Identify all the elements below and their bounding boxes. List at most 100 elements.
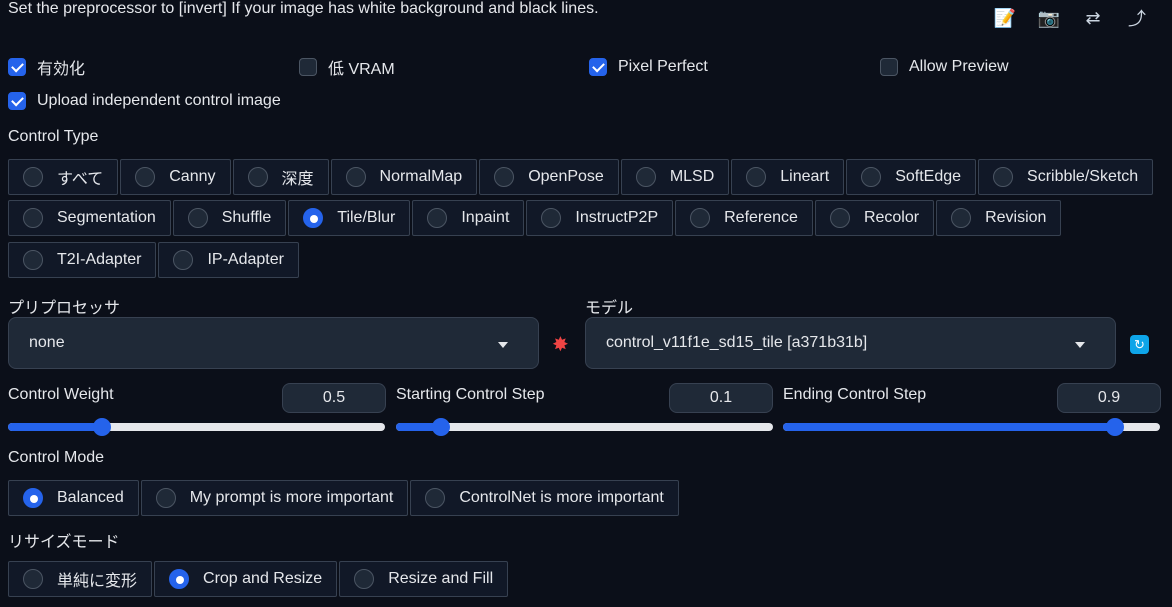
control-type-option[interactable]: Shuffle — [172, 200, 287, 236]
control-type-row-1: すべて Canny 深度 NormalMap OpenPose MLSD Lin… — [8, 159, 1155, 195]
control-type-option[interactable]: Segmentation — [8, 200, 171, 236]
slider-thumb[interactable] — [432, 418, 451, 436]
radio-circle[interactable] — [861, 167, 882, 187]
enable-checkbox[interactable]: 有効化 — [8, 56, 85, 78]
camera-icon[interactable]: 📷 — [1036, 6, 1062, 30]
control-type-option[interactable]: Scribble/Sketch — [978, 159, 1154, 195]
hint-text: Set the preprocessor to [invert] If your… — [8, 0, 599, 17]
preprocessor-value: none — [29, 334, 65, 351]
low-vram-checkbox[interactable]: 低 VRAM — [299, 56, 395, 78]
option-label: Revision — [985, 209, 1047, 226]
chevron-down-icon — [498, 342, 508, 348]
upload-independent-checkbox[interactable]: Upload independent control image — [8, 90, 281, 112]
control-type-row-3: T2I-Adapter IP-Adapter — [8, 242, 301, 278]
radio-circle[interactable] — [23, 208, 43, 228]
control-type-label: Control Type — [8, 128, 99, 145]
control-type-option[interactable]: MLSD — [620, 159, 730, 195]
allow-preview-checkbox[interactable]: Allow Preview — [880, 56, 1009, 78]
slider-thumb[interactable] — [93, 418, 112, 436]
radio-circle[interactable] — [494, 167, 515, 187]
radio-circle[interactable] — [829, 208, 850, 228]
radio-circle[interactable] — [23, 167, 43, 187]
radio-circle[interactable] — [303, 208, 324, 228]
control-weight-slider[interactable] — [8, 418, 385, 436]
curve-arrow-icon[interactable]: ⤴ — [1124, 6, 1150, 30]
radio-circle[interactable] — [541, 208, 562, 228]
radio-circle[interactable] — [951, 208, 972, 228]
radio-circle[interactable] — [427, 208, 448, 228]
control-type-option[interactable]: Revision — [936, 200, 1062, 236]
option-label: SoftEdge — [895, 168, 962, 185]
radio-circle[interactable] — [169, 569, 190, 589]
option-label: Lineart — [780, 168, 830, 185]
control-type-option[interactable]: OpenPose — [479, 159, 619, 195]
radio-circle[interactable] — [354, 569, 375, 589]
control-mode-option[interactable]: ControlNet is more important — [410, 480, 679, 516]
option-label: Scribble/Sketch — [1027, 168, 1139, 185]
control-type-option[interactable]: Canny — [120, 159, 231, 195]
control-type-option[interactable]: 深度 — [232, 159, 329, 195]
resize-mode-label: リサイズモード — [8, 534, 120, 551]
radio-circle[interactable] — [187, 208, 208, 228]
option-label: T2I-Adapter — [57, 251, 142, 268]
refresh-icon[interactable]: ↻ — [1130, 335, 1149, 354]
control-type-option[interactable]: T2I-Adapter — [8, 242, 157, 278]
resize-mode-option[interactable]: Resize and Fill — [339, 561, 509, 597]
radio-circle[interactable] — [23, 250, 43, 270]
checkbox-box[interactable] — [880, 58, 898, 76]
radio-circle[interactable] — [23, 569, 43, 589]
slider-fill — [8, 423, 103, 431]
resize-mode-option-selected[interactable]: Crop and Resize — [154, 561, 338, 597]
pixel-perfect-checkbox[interactable]: Pixel Perfect — [589, 56, 708, 78]
starting-step-input[interactable]: 0.1 — [669, 383, 773, 413]
control-type-option-selected[interactable]: Tile/Blur — [288, 200, 411, 236]
radio-circle[interactable] — [635, 167, 656, 187]
control-type-option[interactable]: Recolor — [814, 200, 935, 236]
control-type-option[interactable]: Reference — [675, 200, 813, 236]
control-type-option[interactable]: SoftEdge — [846, 159, 977, 195]
radio-circle[interactable] — [247, 167, 268, 187]
radio-circle[interactable] — [993, 167, 1014, 187]
control-type-option[interactable]: NormalMap — [330, 159, 478, 195]
option-label: InstructP2P — [575, 209, 659, 226]
swap-icon[interactable]: ⇄ — [1080, 6, 1106, 30]
upload-independent-label: Upload independent control image — [37, 92, 281, 109]
control-type-option[interactable]: IP-Adapter — [158, 242, 299, 278]
preprocessor-dropdown[interactable]: none — [8, 317, 539, 369]
radio-circle[interactable] — [690, 208, 711, 228]
chevron-down-icon — [1075, 342, 1085, 348]
ending-step-label: Ending Control Step — [783, 386, 927, 403]
ending-step-input[interactable]: 0.9 — [1057, 383, 1161, 413]
radio-circle[interactable] — [155, 488, 176, 508]
explosion-icon[interactable]: ✸ — [552, 332, 569, 357]
checkbox-box[interactable] — [589, 58, 607, 76]
radio-circle[interactable] — [135, 167, 156, 187]
option-label: OpenPose — [528, 168, 604, 185]
enable-label: 有効化 — [37, 61, 86, 78]
checkbox-box[interactable] — [299, 58, 317, 76]
option-label: MLSD — [669, 168, 715, 185]
radio-circle[interactable] — [746, 167, 767, 187]
control-type-option[interactable]: すべて — [8, 159, 119, 195]
radio-circle[interactable] — [173, 250, 194, 270]
slider-fill — [783, 423, 1115, 431]
resize-mode-option[interactable]: 単純に変形 — [8, 561, 153, 597]
radio-circle[interactable] — [23, 488, 43, 508]
slider-thumb[interactable] — [1105, 418, 1124, 436]
radio-circle[interactable] — [345, 167, 366, 187]
option-label: Shuffle — [221, 209, 272, 226]
control-type-option[interactable]: Inpaint — [412, 200, 525, 236]
radio-circle[interactable] — [425, 488, 446, 508]
starting-step-slider[interactable] — [396, 418, 773, 436]
checkbox-box[interactable] — [8, 58, 26, 76]
control-mode-option[interactable]: My prompt is more important — [140, 480, 409, 516]
ending-step-slider[interactable] — [783, 418, 1160, 436]
control-weight-input[interactable]: 0.5 — [282, 383, 386, 413]
control-type-option[interactable]: InstructP2P — [526, 200, 674, 236]
control-mode-option-selected[interactable]: Balanced — [8, 480, 139, 516]
control-type-option[interactable]: Lineart — [731, 159, 845, 195]
option-label: Segmentation — [57, 209, 156, 226]
edit-icon[interactable]: 📝 — [992, 6, 1018, 30]
checkbox-box[interactable] — [8, 92, 26, 110]
model-dropdown[interactable]: control_v11f1e_sd15_tile [a371b31b] — [585, 317, 1116, 369]
